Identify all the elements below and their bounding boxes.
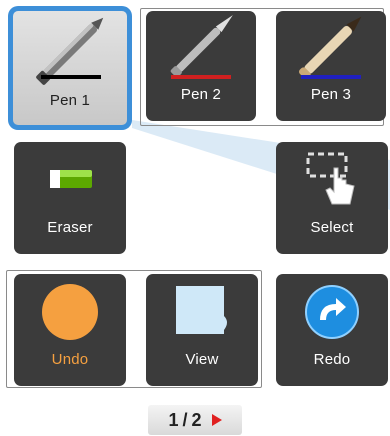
select-label: Select <box>310 219 354 236</box>
undo-circle-icon <box>42 284 98 340</box>
undo-button[interactable]: Undo <box>14 274 126 386</box>
view-page-icon <box>176 286 227 334</box>
redo-label: Redo <box>313 351 351 368</box>
scalpel-pen-icon <box>170 15 233 79</box>
current-page: 1 <box>168 409 179 430</box>
marker-icon <box>299 16 362 79</box>
page-separator: / <box>182 409 188 430</box>
undo-label: Undo <box>51 351 89 368</box>
selection-hand-icon <box>306 152 355 205</box>
stroke-color-line <box>171 75 231 79</box>
pen-3-button[interactable]: Pen 3 <box>276 11 386 121</box>
stroke-color-line <box>41 75 101 79</box>
eraser-button[interactable]: Eraser <box>14 142 126 254</box>
page-indicator: 1/2 <box>148 405 242 435</box>
stroke-color-line <box>301 75 361 79</box>
total-pages: 2 <box>191 409 202 430</box>
pen-1-label: Pen 1 <box>49 92 91 109</box>
select-button[interactable]: Select <box>276 142 388 254</box>
redo-arrow-icon <box>305 285 359 339</box>
pen-2-label: Pen 2 <box>180 86 222 103</box>
view-label: View <box>185 351 219 368</box>
view-button[interactable]: View <box>146 274 258 386</box>
pen-1-button[interactable]: Pen 1 <box>8 6 132 130</box>
next-page-arrow-icon[interactable] <box>211 414 222 426</box>
eraser-icon <box>50 170 92 188</box>
redo-button[interactable]: Redo <box>276 274 388 386</box>
eraser-label: Eraser <box>47 219 93 236</box>
pen-2-button[interactable]: Pen 2 <box>146 11 256 121</box>
pen-3-label: Pen 3 <box>310 86 352 103</box>
